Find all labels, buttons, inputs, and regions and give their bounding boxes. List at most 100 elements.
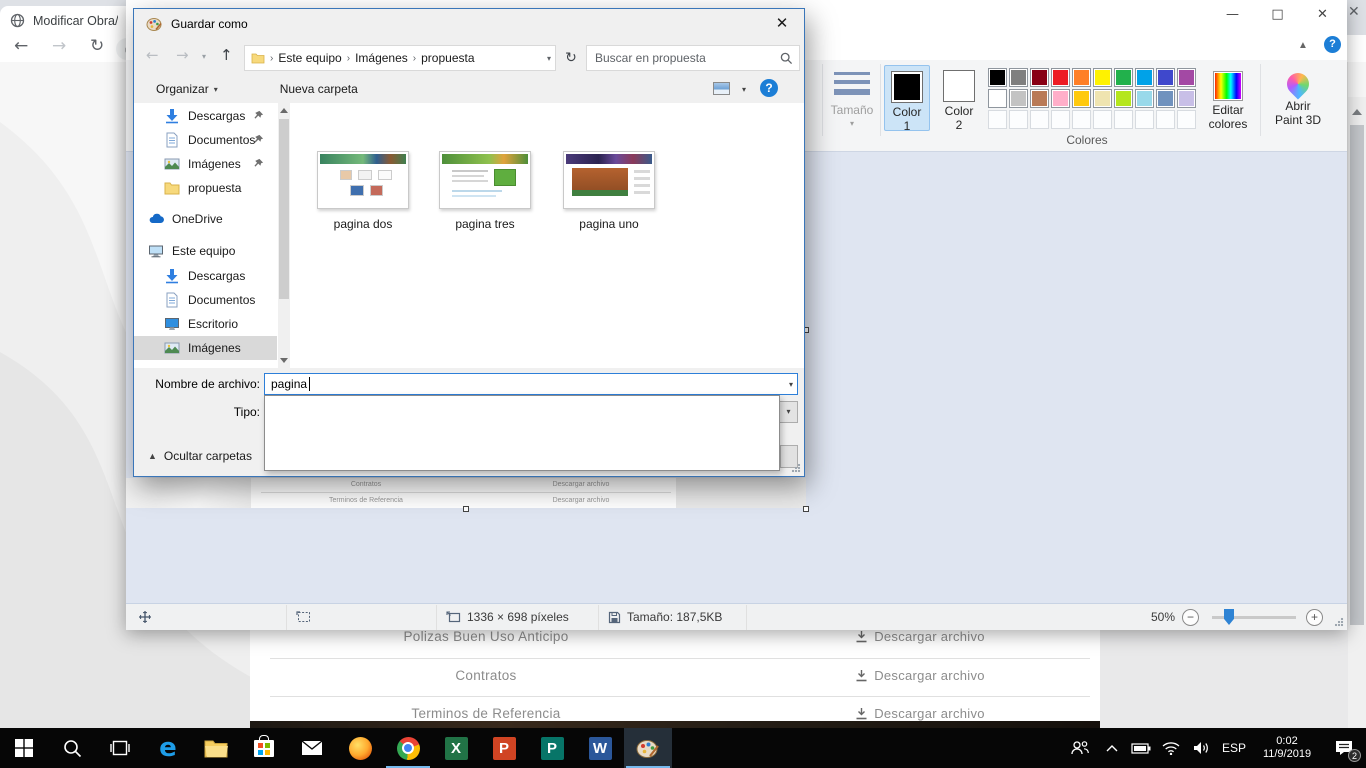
sidebar-item-propuesta[interactable]: propuesta bbox=[134, 176, 277, 200]
taskbar-word-button[interactable]: W bbox=[576, 728, 624, 768]
taskbar-excel-button[interactable]: X bbox=[432, 728, 480, 768]
breadcrumb-segment[interactable]: Imágenes bbox=[355, 51, 408, 65]
taskbar-edge-button[interactable]: e bbox=[144, 728, 192, 768]
taskbar-firefox-button[interactable] bbox=[336, 728, 384, 768]
zoom-in-button[interactable]: + bbox=[1306, 609, 1323, 626]
palette-swatch[interactable] bbox=[1072, 89, 1091, 108]
sidebar-item-imagenes[interactable]: Imágenes bbox=[134, 152, 277, 176]
palette-swatch[interactable] bbox=[1009, 68, 1028, 87]
palette-swatch[interactable] bbox=[988, 68, 1007, 87]
palette-swatch[interactable] bbox=[1051, 68, 1070, 87]
palette-swatch[interactable] bbox=[1030, 89, 1049, 108]
palette-swatch-empty[interactable] bbox=[1051, 110, 1070, 129]
sidebar-item-descargas[interactable]: Descargas bbox=[134, 104, 277, 128]
size-button[interactable]: Tamaño ▾ bbox=[826, 66, 878, 131]
taskbar-powerpoint-button[interactable]: P bbox=[480, 728, 528, 768]
zoom-out-button[interactable]: − bbox=[1182, 609, 1199, 626]
palette-swatch[interactable] bbox=[1135, 68, 1154, 87]
view-mode-icon[interactable] bbox=[713, 82, 730, 95]
download-link[interactable]: Descargar archivo bbox=[805, 706, 1035, 721]
download-link[interactable]: Descargar archivo bbox=[805, 629, 1035, 644]
search-input[interactable]: Buscar en propuesta bbox=[586, 45, 800, 71]
back-icon[interactable]: ← bbox=[14, 36, 28, 56]
breadcrumb-caret-icon[interactable]: ▾ bbox=[547, 54, 551, 63]
filename-caret-icon[interactable]: ▾ bbox=[789, 380, 793, 389]
palette-swatch[interactable] bbox=[988, 89, 1007, 108]
taskbar-chrome-button[interactable] bbox=[384, 728, 432, 768]
palette-swatch-empty[interactable] bbox=[1135, 110, 1154, 129]
canvas-resize-handle-bottom[interactable] bbox=[463, 506, 469, 512]
taskbar-publisher-button[interactable]: P bbox=[528, 728, 576, 768]
page-scrollbar[interactable] bbox=[1348, 97, 1366, 768]
history-caret-icon[interactable]: ▾ bbox=[202, 52, 206, 61]
start-button[interactable] bbox=[0, 728, 48, 768]
window-resize-grip[interactable] bbox=[1334, 617, 1344, 627]
file-item-pagina-dos[interactable]: pagina dos bbox=[308, 151, 418, 231]
palette-swatch[interactable] bbox=[1072, 68, 1091, 87]
download-link[interactable]: Descargar archivo bbox=[805, 668, 1035, 683]
palette-swatch[interactable] bbox=[1177, 89, 1196, 108]
sidebar-item-este-equipo[interactable]: Este equipo bbox=[134, 239, 277, 263]
scroll-up-icon[interactable] bbox=[280, 108, 288, 113]
sidebar-item-documentos[interactable]: Documentos bbox=[134, 128, 277, 152]
palette-swatch[interactable] bbox=[1114, 89, 1133, 108]
task-view-button[interactable] bbox=[96, 728, 144, 768]
palette-swatch-empty[interactable] bbox=[988, 110, 1007, 129]
collapse-ribbon-icon[interactable]: ▲ bbox=[1298, 40, 1308, 51]
taskbar-paint-button[interactable] bbox=[624, 728, 672, 768]
palette-swatch[interactable] bbox=[1093, 68, 1112, 87]
palette-swatch[interactable] bbox=[1156, 89, 1175, 108]
palette-swatch-empty[interactable] bbox=[1156, 110, 1175, 129]
battery-icon[interactable] bbox=[1126, 728, 1156, 768]
palette-swatch[interactable] bbox=[1030, 68, 1049, 87]
open-paint3d-button[interactable]: Abrir Paint 3D bbox=[1266, 65, 1330, 127]
color2-button[interactable]: Color 2 bbox=[936, 65, 982, 131]
palette-swatch-empty[interactable] bbox=[1030, 110, 1049, 129]
reload-icon[interactable]: ↻ bbox=[90, 36, 104, 56]
scroll-down-icon[interactable] bbox=[280, 358, 288, 363]
sidebar-item-escritorio[interactable]: Escritorio bbox=[134, 312, 277, 336]
palette-swatch[interactable] bbox=[1009, 89, 1028, 108]
sidebar-item-documentos-2[interactable]: Documentos bbox=[134, 288, 277, 312]
taskbar-mail-button[interactable] bbox=[288, 728, 336, 768]
maximize-button[interactable]: □ bbox=[1255, 0, 1300, 29]
canvas-image[interactable]: Contratos Descargar archivo Terminos de … bbox=[126, 478, 806, 508]
breadcrumb[interactable]: › Este equipo › Imágenes › propuesta ▾ bbox=[244, 45, 556, 71]
volume-icon[interactable] bbox=[1186, 728, 1216, 768]
canvas-resize-handle-corner[interactable] bbox=[803, 506, 809, 512]
filename-autocomplete-dropdown[interactable] bbox=[264, 395, 780, 471]
show-hidden-icons-button[interactable] bbox=[1098, 728, 1126, 768]
sidebar-scrollbar[interactable] bbox=[278, 103, 290, 368]
filename-input[interactable]: pagina ▾ bbox=[264, 373, 798, 395]
palette-swatch-empty[interactable] bbox=[1093, 110, 1112, 129]
sidebar-item-imagenes-2[interactable]: Imágenes bbox=[134, 336, 277, 360]
paint-help-icon[interactable]: ? bbox=[1324, 36, 1341, 53]
taskbar-search-button[interactable] bbox=[48, 728, 96, 768]
forward-icon[interactable]: → bbox=[52, 36, 66, 56]
edit-colors-button[interactable]: Editar colores bbox=[1202, 65, 1254, 131]
breadcrumb-segment[interactable]: propuesta bbox=[421, 51, 474, 65]
wifi-icon[interactable] bbox=[1156, 728, 1186, 768]
file-item-pagina-tres[interactable]: pagina tres bbox=[430, 151, 540, 231]
breadcrumb-segment[interactable]: Este equipo bbox=[278, 51, 341, 65]
palette-swatch[interactable] bbox=[1114, 68, 1133, 87]
clock[interactable]: 0:02 11/9/2019 bbox=[1252, 728, 1322, 768]
taskbar-explorer-button[interactable] bbox=[192, 728, 240, 768]
language-indicator[interactable]: ESP bbox=[1216, 728, 1252, 768]
close-button[interactable]: ✕ bbox=[1300, 0, 1345, 29]
palette-swatch-empty[interactable] bbox=[1009, 110, 1028, 129]
new-folder-button[interactable]: Nueva carpeta bbox=[280, 82, 358, 96]
scrollbar-thumb[interactable] bbox=[279, 119, 289, 299]
dialog-resize-grip[interactable] bbox=[791, 463, 801, 473]
people-icon[interactable] bbox=[1062, 728, 1098, 768]
minimize-button[interactable]: — bbox=[1210, 0, 1255, 29]
view-mode-caret-icon[interactable]: ▾ bbox=[742, 85, 746, 94]
type-dropdown-icon[interactable]: ▾ bbox=[779, 401, 798, 423]
hide-folders-toggle[interactable]: ▲ Ocultar carpetas bbox=[148, 449, 252, 463]
sidebar-item-onedrive[interactable]: OneDrive bbox=[134, 207, 277, 231]
palette-swatch-empty[interactable] bbox=[1072, 110, 1091, 129]
scrollbar-thumb[interactable] bbox=[1350, 125, 1364, 625]
palette-swatch-empty[interactable] bbox=[1114, 110, 1133, 129]
sidebar-item-descargas-2[interactable]: Descargas bbox=[134, 264, 277, 288]
browser-close-icon[interactable]: ✕ bbox=[1348, 4, 1360, 20]
